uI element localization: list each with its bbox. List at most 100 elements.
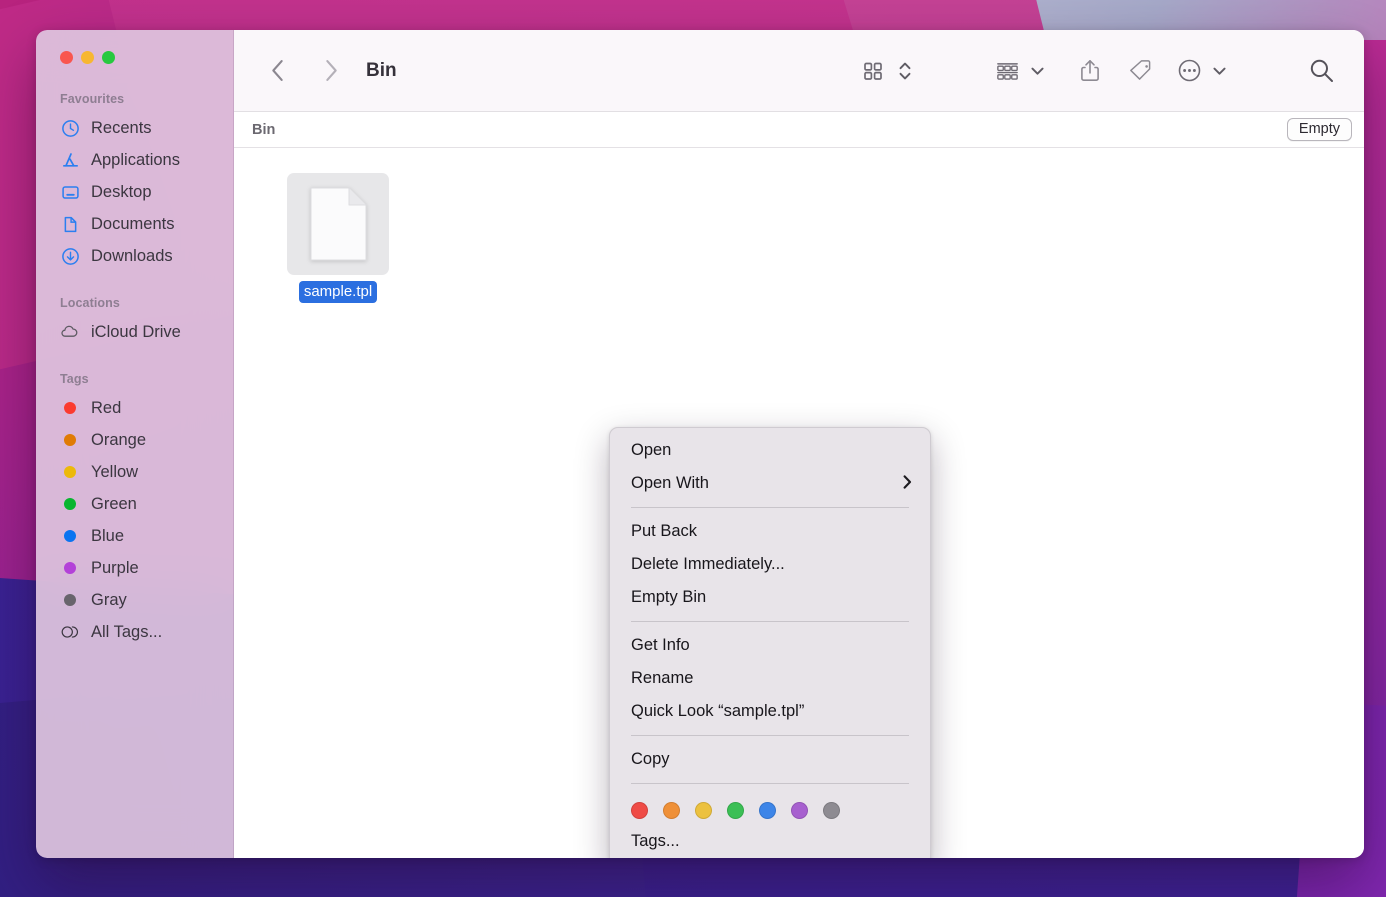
chevron-down-icon xyxy=(1030,65,1045,77)
maximize-button[interactable] xyxy=(102,51,115,64)
menu-item-rename[interactable]: Rename xyxy=(610,662,930,695)
sidebar-item-recents[interactable]: Recents xyxy=(36,112,233,144)
tag-color-orange[interactable] xyxy=(663,802,680,819)
sidebar-item-tag-red[interactable]: Red xyxy=(36,392,233,424)
tag-dot-icon xyxy=(60,494,80,514)
group-by-icon xyxy=(994,59,1021,83)
tag-color-green[interactable] xyxy=(727,802,744,819)
tag-color-gray[interactable] xyxy=(823,802,840,819)
sidebar-item-label: Recents xyxy=(91,120,152,137)
sidebar-item-label: Green xyxy=(91,496,137,513)
menu-item-label: Get Info xyxy=(631,636,690,655)
more-options-chevron[interactable] xyxy=(1206,54,1232,88)
sidebar-item-label: Blue xyxy=(91,528,124,545)
sidebar-item-label: Desktop xyxy=(91,184,152,201)
menu-separator xyxy=(631,783,909,784)
chevron-up-down-icon xyxy=(898,59,912,83)
search-button[interactable] xyxy=(1304,54,1338,88)
tag-dot-icon xyxy=(60,590,80,610)
sidebar-item-applications[interactable]: Applications xyxy=(36,144,233,176)
menu-item-tags[interactable]: Tags... xyxy=(610,825,930,858)
sidebar-item-all-tags[interactable]: All Tags... xyxy=(36,616,233,648)
menu-item-open[interactable]: Open xyxy=(610,434,930,467)
menu-item-label: Tags... xyxy=(631,832,680,851)
sidebar-item-label: Yellow xyxy=(91,464,138,481)
group-by-chevron[interactable] xyxy=(1024,54,1050,88)
tag-dot-icon xyxy=(60,462,80,482)
menu-item-delete-immediately[interactable]: Delete Immediately... xyxy=(610,548,930,581)
chevron-right-icon xyxy=(903,475,912,493)
icon-view-grid-icon xyxy=(861,59,885,83)
sidebar-item-label: Orange xyxy=(91,432,146,449)
search-icon xyxy=(1308,57,1335,84)
empty-bin-button[interactable]: Empty xyxy=(1287,118,1352,141)
sidebar-item-tag-yellow[interactable]: Yellow xyxy=(36,456,233,488)
sidebar-item-documents[interactable]: Documents xyxy=(36,208,233,240)
tag-color-purple[interactable] xyxy=(791,802,808,819)
menu-item-empty-bin[interactable]: Empty Bin xyxy=(610,581,930,614)
tag-dot-icon xyxy=(60,526,80,546)
sidebar-item-icloud-drive[interactable]: iCloud Drive xyxy=(36,316,233,348)
path-bar-label: Bin xyxy=(252,122,275,138)
more-options-button[interactable] xyxy=(1172,54,1206,88)
content-pane: Bin xyxy=(234,30,1364,858)
tag-dot-icon xyxy=(60,558,80,578)
sidebar-item-tag-green[interactable]: Green xyxy=(36,488,233,520)
sidebar-item-label: All Tags... xyxy=(91,624,162,641)
sidebar-item-desktop[interactable]: Desktop xyxy=(36,176,233,208)
tag-button[interactable] xyxy=(1112,54,1172,88)
group-controls xyxy=(990,54,1050,88)
file-name-label[interactable]: sample.tpl xyxy=(299,281,377,303)
menu-item-get-info[interactable]: Get Info xyxy=(610,629,930,662)
toolbar: Bin xyxy=(234,30,1364,112)
tag-color-yellow[interactable] xyxy=(695,802,712,819)
generic-document-icon xyxy=(310,187,367,261)
share-icon xyxy=(1078,58,1102,84)
sidebar-item-tag-blue[interactable]: Blue xyxy=(36,520,233,552)
file-icon-selected-background xyxy=(287,173,389,275)
sidebar-item-tag-gray[interactable]: Gray xyxy=(36,584,233,616)
finder-window: Favourites Recents Applications Desktop … xyxy=(36,30,1364,858)
sidebar-section-favourites-title: Favourites xyxy=(36,84,233,112)
menu-item-open-with[interactable]: Open With xyxy=(610,467,930,500)
menu-item-label: Open xyxy=(631,441,671,460)
sidebar-item-label: Purple xyxy=(91,560,139,577)
sidebar: Favourites Recents Applications Desktop … xyxy=(36,30,234,858)
sidebar-item-downloads[interactable]: Downloads xyxy=(36,240,233,272)
icon-view-button[interactable] xyxy=(854,54,892,88)
tag-color-red[interactable] xyxy=(631,802,648,819)
view-options-stepper[interactable] xyxy=(892,54,918,88)
menu-item-quick-look[interactable]: Quick Look “sample.tpl” xyxy=(610,695,930,728)
chevron-left-icon xyxy=(269,59,286,82)
sidebar-item-label: Downloads xyxy=(91,248,173,265)
sidebar-section-locations-title: Locations xyxy=(36,288,233,316)
desktop-icon xyxy=(60,182,80,202)
file-item-sample-tpl[interactable]: sample.tpl xyxy=(278,173,398,303)
sidebar-item-label: Gray xyxy=(91,592,127,609)
tag-color-blue[interactable] xyxy=(759,802,776,819)
menu-item-copy[interactable]: Copy xyxy=(610,743,930,776)
menu-item-label: Quick Look “sample.tpl” xyxy=(631,702,804,721)
menu-item-label: Open With xyxy=(631,474,709,493)
file-list-area[interactable]: sample.tpl Open Open With Put Back xyxy=(234,148,1364,858)
menu-separator xyxy=(631,507,909,508)
tag-dot-icon xyxy=(60,398,80,418)
more-controls xyxy=(1172,54,1232,88)
sidebar-item-tag-orange[interactable]: Orange xyxy=(36,424,233,456)
download-icon xyxy=(60,246,80,266)
minimize-button[interactable] xyxy=(81,51,94,64)
menu-item-label: Delete Immediately... xyxy=(631,555,785,574)
sidebar-item-tag-purple[interactable]: Purple xyxy=(36,552,233,584)
group-by-button[interactable] xyxy=(990,54,1024,88)
menu-item-label: Empty Bin xyxy=(631,588,706,607)
tag-icon xyxy=(1129,59,1155,83)
clock-icon xyxy=(60,118,80,138)
forward-button[interactable] xyxy=(314,54,348,88)
close-button[interactable] xyxy=(60,51,73,64)
menu-item-put-back[interactable]: Put Back xyxy=(610,515,930,548)
back-button[interactable] xyxy=(260,54,294,88)
document-icon xyxy=(60,214,80,234)
share-button[interactable] xyxy=(1068,54,1112,88)
sidebar-item-label: Documents xyxy=(91,216,174,233)
menu-separator xyxy=(631,621,909,622)
